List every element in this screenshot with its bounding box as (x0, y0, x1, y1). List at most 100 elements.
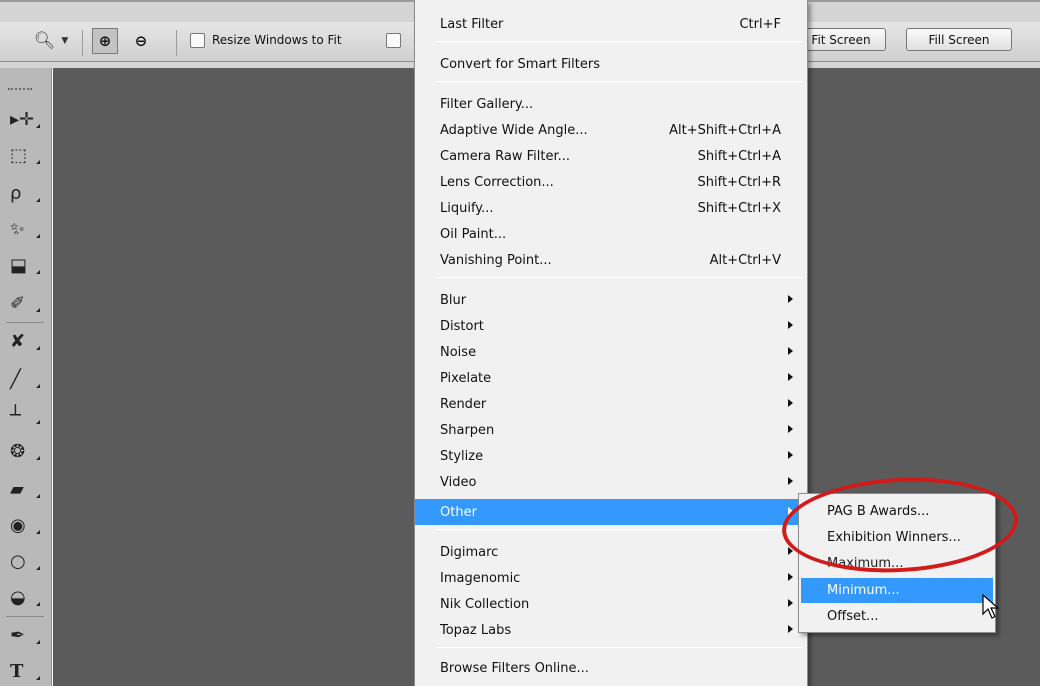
menu-item-convert-smart-filters[interactable]: Convert for Smart Filters (415, 51, 807, 77)
menu-item-blur[interactable]: Blur (415, 287, 807, 313)
menu-item-label: Camera Raw Filter... (440, 148, 571, 164)
menu-item-label: Adaptive Wide Angle... (440, 122, 588, 138)
submenu-arrow-icon (788, 573, 793, 581)
menu-item-video[interactable]: Video (415, 469, 807, 495)
menu-item-last-filter[interactable]: Last Filter Ctrl+F (415, 11, 807, 37)
menu-item-label: Convert for Smart Filters (440, 56, 600, 72)
eyedropper-tool-icon[interactable]: ✐ (6, 290, 44, 316)
menu-item-liquify[interactable]: Liquify... Shift+Ctrl+X (415, 195, 807, 221)
menu-separator (437, 277, 803, 278)
type-tool-icon[interactable]: T (6, 658, 44, 684)
menu-item-label: Browse Filters Online... (440, 660, 589, 676)
menu-item-label: Vanishing Point... (440, 252, 552, 268)
mouse-pointer-icon (982, 594, 1000, 619)
submenu-arrow-icon (788, 295, 793, 303)
marquee-tool-icon[interactable]: ⬚ (6, 142, 44, 168)
menu-item-label: Other (440, 504, 477, 520)
menu-item-label: Topaz Labs (440, 622, 512, 638)
divider (6, 322, 44, 323)
submenu-item-minimum[interactable]: Minimum... (801, 578, 993, 603)
pen-tool-icon[interactable]: ✒︎ (6, 622, 44, 648)
zoom-all-windows-checkbox[interactable] (386, 33, 401, 48)
menu-item-filter-gallery[interactable]: Filter Gallery... (415, 91, 807, 117)
menu-item-label: Video (440, 474, 477, 490)
tools-panel: ▸✛ ⬚ ρ ✨︎ ⬓ ✐ ✘ ╱ ┴ ❂ ▰ ◉ ○ ◒ ✒︎ T (0, 68, 52, 686)
brush-tool-icon[interactable]: ╱ (6, 366, 44, 392)
lasso-tool-icon[interactable]: ρ (6, 180, 44, 206)
submenu-arrow-icon (788, 477, 793, 485)
crop-tool-icon[interactable]: ⬓ (6, 252, 44, 278)
menu-item-label: Filter Gallery... (440, 96, 534, 112)
menu-item-shortcut: Shift+Ctrl+R (697, 174, 782, 190)
magic-wand-tool-icon[interactable]: ✨︎ (6, 216, 44, 242)
menu-item-label: Noise (440, 344, 477, 360)
menu-item-topaz-labs[interactable]: Topaz Labs (415, 617, 807, 643)
resize-windows-checkbox[interactable] (190, 33, 205, 48)
panel-grip[interactable] (8, 88, 32, 93)
menu-separator (437, 529, 803, 530)
menu-item-shortcut: Alt+Ctrl+V (709, 252, 781, 268)
menu-item-imagenomic[interactable]: Imagenomic (415, 565, 807, 591)
submenu-arrow-icon (788, 451, 793, 459)
submenu-arrow-icon (788, 599, 793, 607)
submenu-arrow-icon (788, 321, 793, 329)
magnifier-icon: 🔍︎ (33, 31, 56, 51)
menu-item-label: Sharpen (440, 422, 495, 438)
clone-stamp-tool-icon[interactable]: ┴ (6, 402, 44, 428)
divider (6, 616, 44, 617)
menu-item-lens-correction[interactable]: Lens Correction... Shift+Ctrl+R (415, 169, 807, 195)
fill-screen-button[interactable]: Fill Screen (906, 28, 1012, 51)
menu-item-browse-filters-online[interactable]: Browse Filters Online... (415, 655, 807, 681)
menu-item-label: Nik Collection (440, 596, 530, 612)
menu-item-render[interactable]: Render (415, 391, 807, 417)
submenu-arrow-icon (788, 425, 793, 433)
divider (82, 30, 83, 56)
menu-item-distort[interactable]: Distort (415, 313, 807, 339)
move-tool-icon[interactable]: ▸✛ (6, 106, 44, 132)
healing-brush-tool-icon[interactable]: ✘ (6, 328, 44, 354)
menu-separator (437, 81, 803, 82)
paint-bucket-tool-icon[interactable]: ◉ (6, 512, 44, 538)
dodge-tool-icon[interactable]: ◒ (6, 584, 44, 610)
menu-item-label: Lens Correction... (440, 174, 554, 190)
menu-item-label: Blur (440, 292, 467, 308)
menu-item-other[interactable]: Other (415, 499, 807, 525)
menu-item-camera-raw-filter[interactable]: Camera Raw Filter... Shift+Ctrl+A (415, 143, 807, 169)
menu-item-label: Render (440, 396, 487, 412)
submenu-item-offset[interactable]: Offset... (801, 604, 993, 629)
menu-item-shortcut: Alt+Shift+Ctrl+A (669, 122, 781, 138)
menu-item-oil-paint[interactable]: Oil Paint... (415, 221, 807, 247)
menu-item-nik-collection[interactable]: Nik Collection (415, 591, 807, 617)
submenu-arrow-icon (788, 625, 793, 633)
zoom-out-button[interactable]: ⊖ (130, 28, 152, 54)
menu-item-stylize[interactable]: Stylize (415, 443, 807, 469)
menu-item-label: Imagenomic (440, 570, 521, 586)
zoom-out-icon: ⊖ (134, 32, 148, 50)
fit-screen-button[interactable]: Fit Screen (796, 28, 886, 51)
menu-item-label: Last Filter (440, 16, 504, 32)
menu-item-noise[interactable]: Noise (415, 339, 807, 365)
menu-item-label: Distort (440, 318, 484, 334)
menu-item-adaptive-wide-angle[interactable]: Adaptive Wide Angle... Alt+Shift+Ctrl+A (415, 117, 807, 143)
chevron-down-icon: ▼ (61, 36, 69, 46)
blur-tool-icon[interactable]: ○ (6, 548, 44, 574)
zoom-in-button[interactable]: ⊕ (92, 28, 118, 54)
eraser-tool-icon[interactable]: ▰ (6, 476, 44, 502)
menu-item-vanishing-point[interactable]: Vanishing Point... Alt+Ctrl+V (415, 247, 807, 273)
menu-item-label: Stylize (440, 448, 484, 464)
menu-item-digimarc[interactable]: Digimarc (415, 539, 807, 565)
zoom-in-icon: ⊕ (98, 32, 112, 50)
resize-windows-label: Resize Windows to Fit (212, 33, 342, 47)
zoom-tool-preset-picker[interactable]: 🔍︎ ▼ (28, 30, 74, 52)
menu-item-shortcut: Ctrl+F (739, 16, 781, 32)
menu-item-label: Digimarc (440, 544, 499, 560)
history-brush-tool-icon[interactable]: ❂ (6, 438, 44, 464)
menu-item-label: Pixelate (440, 370, 492, 386)
menu-item-label: Oil Paint... (440, 226, 507, 242)
menu-item-sharpen[interactable]: Sharpen (415, 417, 807, 443)
menu-separator (437, 647, 803, 648)
menu-item-pixelate[interactable]: Pixelate (415, 365, 807, 391)
menu-item-shortcut: Shift+Ctrl+X (697, 200, 781, 216)
menu-separator (437, 41, 803, 42)
filter-menu: Last Filter Ctrl+F Convert for Smart Fil… (414, 0, 808, 686)
